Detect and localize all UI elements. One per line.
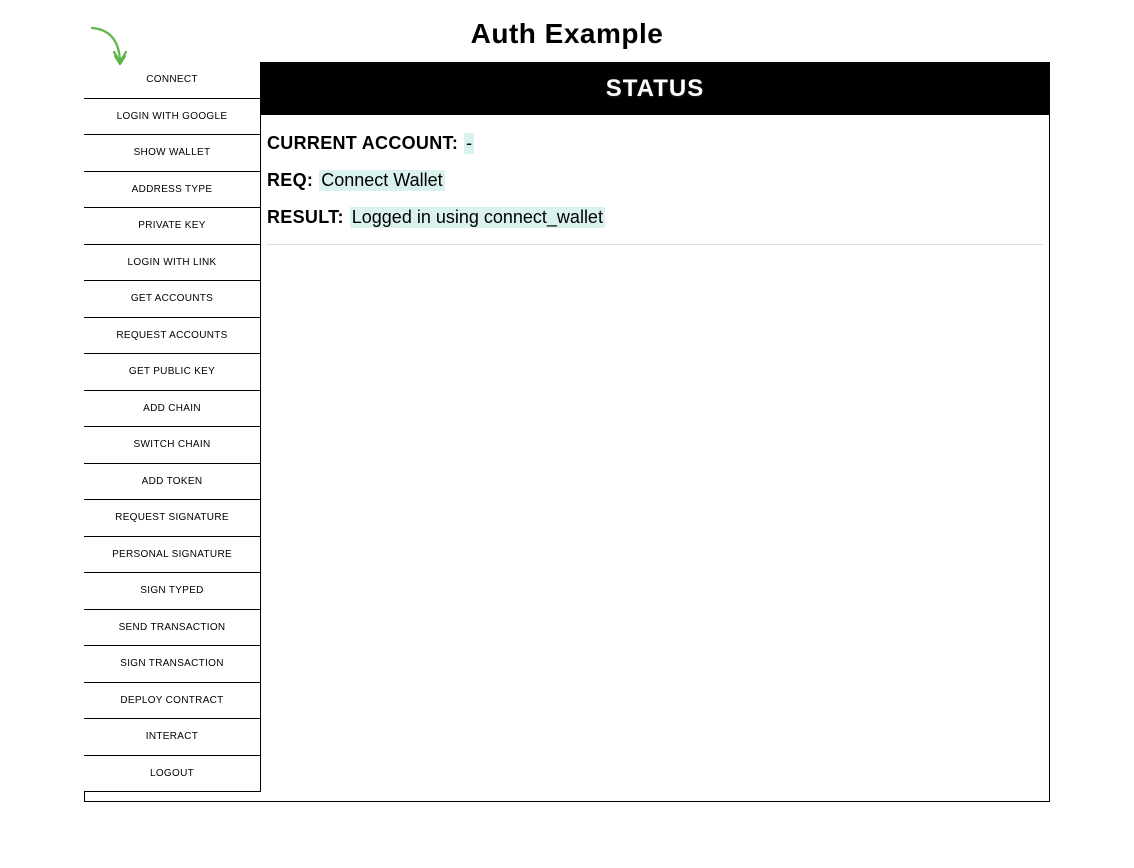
request-accounts-button[interactable]: REQUEST ACCOUNTS	[84, 318, 261, 355]
status-value: Connect Wallet	[319, 170, 444, 191]
sign-typed-button[interactable]: SIGN TYPED	[84, 573, 261, 610]
logout-button[interactable]: LOGOUT	[84, 756, 261, 793]
status-row: REQ: Connect Wallet	[267, 170, 1043, 191]
request-signature-button[interactable]: REQUEST SIGNATURE	[84, 500, 261, 537]
interact-button[interactable]: INTERACT	[84, 719, 261, 756]
sign-transaction-button[interactable]: SIGN TRANSACTION	[84, 646, 261, 683]
status-label: RESULT:	[267, 207, 344, 228]
divider	[267, 244, 1043, 245]
login-with-google-button[interactable]: LOGIN WITH GOOGLE	[84, 99, 261, 136]
address-type-button[interactable]: ADDRESS TYPE	[84, 172, 261, 209]
connect-button[interactable]: CONNECT	[84, 62, 261, 99]
get-public-key-button[interactable]: GET PUBLIC KEY	[84, 354, 261, 391]
private-key-button[interactable]: PRIVATE KEY	[84, 208, 261, 245]
status-header: STATUS	[261, 63, 1049, 115]
status-row: RESULT: Logged in using connect_wallet	[267, 207, 1043, 228]
send-transaction-button[interactable]: SEND TRANSACTION	[84, 610, 261, 647]
app-container: CONNECTLOGIN WITH GOOGLESHOW WALLETADDRE…	[84, 62, 1050, 802]
personal-signature-button[interactable]: PERSONAL SIGNATURE	[84, 537, 261, 574]
status-row: CURRENT ACCOUNT:-	[267, 133, 1043, 154]
status-label: REQ:	[267, 170, 313, 191]
status-label: CURRENT ACCOUNT:	[267, 133, 458, 154]
sidebar: CONNECTLOGIN WITH GOOGLESHOW WALLETADDRE…	[85, 63, 261, 801]
deploy-contract-button[interactable]: DEPLOY CONTRACT	[84, 683, 261, 720]
status-body: CURRENT ACCOUNT:- REQ: Connect Wallet RESUL…	[261, 115, 1049, 245]
show-wallet-button[interactable]: SHOW WALLET	[84, 135, 261, 172]
status-value: Logged in using connect_wallet	[350, 207, 605, 228]
add-chain-button[interactable]: ADD CHAIN	[84, 391, 261, 428]
get-accounts-button[interactable]: GET ACCOUNTS	[84, 281, 261, 318]
main-panel: STATUS CURRENT ACCOUNT:- REQ: Connect Wall…	[261, 63, 1049, 801]
add-token-button[interactable]: ADD TOKEN	[84, 464, 261, 501]
page-title: Auth Example	[0, 0, 1134, 62]
switch-chain-button[interactable]: SWITCH CHAIN	[84, 427, 261, 464]
status-value: -	[464, 133, 474, 154]
login-with-link-button[interactable]: LOGIN WITH LINK	[84, 245, 261, 282]
